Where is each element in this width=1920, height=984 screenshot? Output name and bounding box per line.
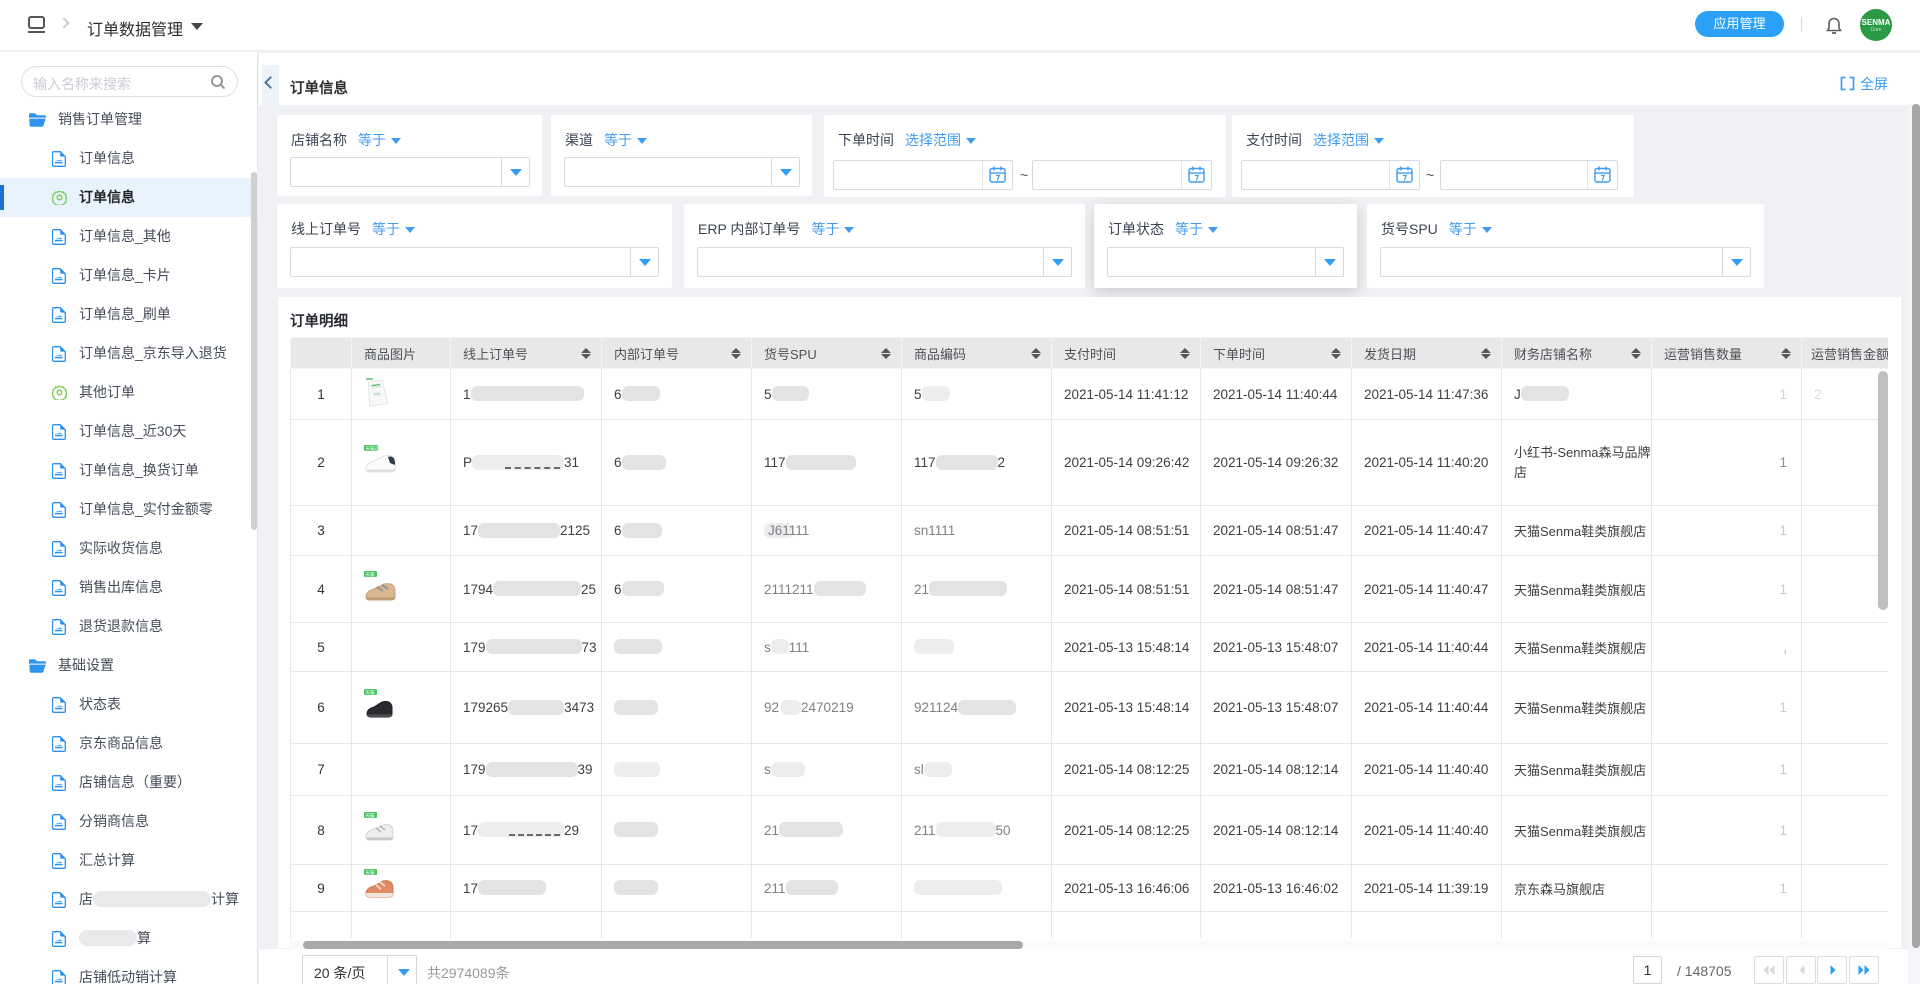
svg-text:天猫: 天猫	[366, 811, 375, 818]
svg-text:天猫: 天猫	[366, 689, 375, 696]
svg-text:天猫: 天猫	[366, 869, 375, 876]
svg-text:天猫正品: 天猫正品	[366, 445, 384, 452]
svg-text:天猫: 天猫	[366, 570, 375, 577]
